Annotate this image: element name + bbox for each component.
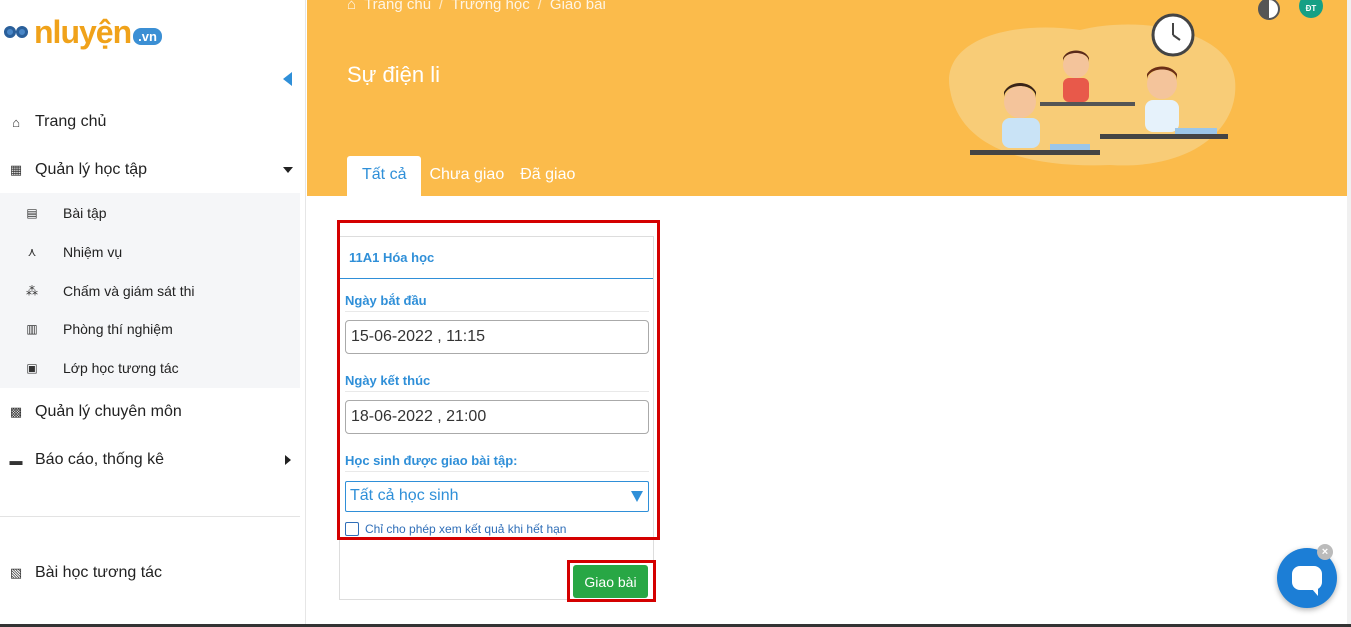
tab-assigned[interactable]: Đã giao xyxy=(512,156,583,196)
assign-form-card: 11A1 Hóa học Ngày bắt đầu Ngày kết thúc … xyxy=(339,236,654,600)
onluyen-logo[interactable]: nluyện .vn xyxy=(4,12,162,52)
report-icon: ▬ xyxy=(9,452,23,468)
sidebar-subitem-tasks[interactable]: ⋏ Nhiệm vụ xyxy=(0,241,300,263)
sidebar-subitem-label: Lớp học tương tác xyxy=(63,360,179,376)
breadcrumb-item-school[interactable]: Trường học xyxy=(451,0,530,13)
collapse-sidebar-icon[interactable] xyxy=(283,72,292,86)
avatar[interactable]: ĐT xyxy=(1299,0,1323,18)
school-icon: ▦ xyxy=(9,162,23,177)
sidebar-item-professional-management[interactable]: ▩ Quản lý chuyên môn xyxy=(0,401,305,423)
calendar-icon: ▩ xyxy=(9,404,23,419)
view-results-checkbox[interactable] xyxy=(345,522,359,536)
interactive-lesson-icon: ▧ xyxy=(9,565,23,580)
home-icon: ⌂ xyxy=(347,0,357,13)
sidebar-item-reports[interactable]: ▬ Báo cáo, thống kê xyxy=(0,449,305,471)
sidebar-subitem-lab[interactable]: ▥ Phòng thí nghiệm xyxy=(0,318,300,340)
logo-text: nluyện xyxy=(34,13,132,50)
compass-icon: ⋏ xyxy=(27,245,37,259)
sidebar-subitem-label: Bài tập xyxy=(63,205,107,221)
chevron-right-icon xyxy=(285,455,291,465)
homework-icon: ▤ xyxy=(26,206,38,220)
students-select[interactable]: Tất cả học sinh xyxy=(345,481,649,512)
sidebar-item-label: Quản lý học tập xyxy=(35,161,148,178)
assign-button[interactable]: Giao bài xyxy=(573,565,648,598)
exam-monitor-icon: ⁂ xyxy=(26,284,38,298)
sidebar-subitem-interactive-class[interactable]: ▣ Lớp học tương tác xyxy=(0,357,300,379)
sidebar-divider xyxy=(0,516,300,517)
theme-toggle-icon[interactable] xyxy=(1258,0,1280,20)
divider xyxy=(345,471,649,472)
home-icon: ⌂ xyxy=(12,114,20,130)
lab-icon: ▥ xyxy=(26,322,38,336)
chat-icon xyxy=(1292,566,1322,596)
sidebar-item-home[interactable]: ⌂ Trang chủ xyxy=(0,111,305,133)
sidebar-subitem-exam-monitor[interactable]: ⁂ Chấm và giám sát thi xyxy=(0,280,300,302)
scrollbar[interactable] xyxy=(1347,0,1351,627)
students-label: Học sinh được giao bài tập: xyxy=(345,453,518,468)
sidebar-subitem-label: Nhiệm vụ xyxy=(63,244,123,260)
page-title: Sự điện li xyxy=(347,62,440,87)
page-header-banner: ⌂ Trang chủ / Trường học / Giao bài ĐT S… xyxy=(307,0,1351,196)
sidebar-item-interactive-lesson[interactable]: ▧ Bài học tương tác xyxy=(0,562,305,584)
owl-logo-icon xyxy=(4,18,32,46)
end-date-label: Ngày kết thúc xyxy=(345,373,431,388)
tab-all[interactable]: Tất cả xyxy=(347,156,422,196)
interactive-class-icon: ▣ xyxy=(26,361,38,375)
sidebar-subitem-label: Chấm và giám sát thi xyxy=(63,283,195,299)
sidebar-subitem-homework[interactable]: ▤ Bài tập xyxy=(0,202,300,224)
sidebar-item-label: Trang chủ xyxy=(35,113,107,130)
start-date-label: Ngày bắt đầu xyxy=(345,293,427,308)
view-results-checkbox-label: Chỉ cho phép xem kết quả khi hết hạn xyxy=(365,522,567,536)
end-date-input[interactable] xyxy=(345,400,649,434)
breadcrumb: ⌂ Trang chủ / Trường học / Giao bài xyxy=(347,0,606,13)
students-select-value: Tất cả học sinh xyxy=(350,487,459,504)
breadcrumb-separator: / xyxy=(439,0,444,13)
divider xyxy=(345,311,649,312)
sidebar-item-label: Báo cáo, thống kê xyxy=(35,451,164,468)
assignment-tabs: Tất cả Chưa giao Đã giao xyxy=(347,156,583,196)
close-icon[interactable]: × xyxy=(1317,544,1333,560)
class-name: 11A1 Hóa học xyxy=(340,237,653,279)
tab-unassigned[interactable]: Chưa giao xyxy=(421,156,512,196)
start-date-input[interactable] xyxy=(345,320,649,354)
sidebar-subitem-label: Phòng thí nghiệm xyxy=(63,321,173,337)
chevron-down-icon xyxy=(283,167,293,173)
breadcrumb-separator: / xyxy=(537,0,542,13)
divider xyxy=(345,391,649,392)
sidebar-item-learning-management[interactable]: ▦ Quản lý học tập xyxy=(0,159,305,181)
students-illustration xyxy=(949,13,1236,166)
breadcrumb-item-home[interactable]: Trang chủ xyxy=(364,0,431,13)
dropdown-arrow-icon xyxy=(631,491,643,502)
view-results-option[interactable]: Chỉ cho phép xem kết quả khi hết hạn xyxy=(345,522,566,536)
sidebar: nluyện .vn ⌂ Trang chủ ▦ Quản lý học tập… xyxy=(0,0,306,627)
sidebar-item-label: Bài học tương tác xyxy=(35,564,163,581)
submenu-learning-management: ▤ Bài tập ⋏ Nhiệm vụ ⁂ Chấm và giám sát … xyxy=(0,193,300,388)
breadcrumb-item-current: Giao bài xyxy=(549,0,606,13)
sidebar-item-label: Quản lý chuyên môn xyxy=(35,403,182,420)
logo-suffix: .vn xyxy=(133,27,162,45)
